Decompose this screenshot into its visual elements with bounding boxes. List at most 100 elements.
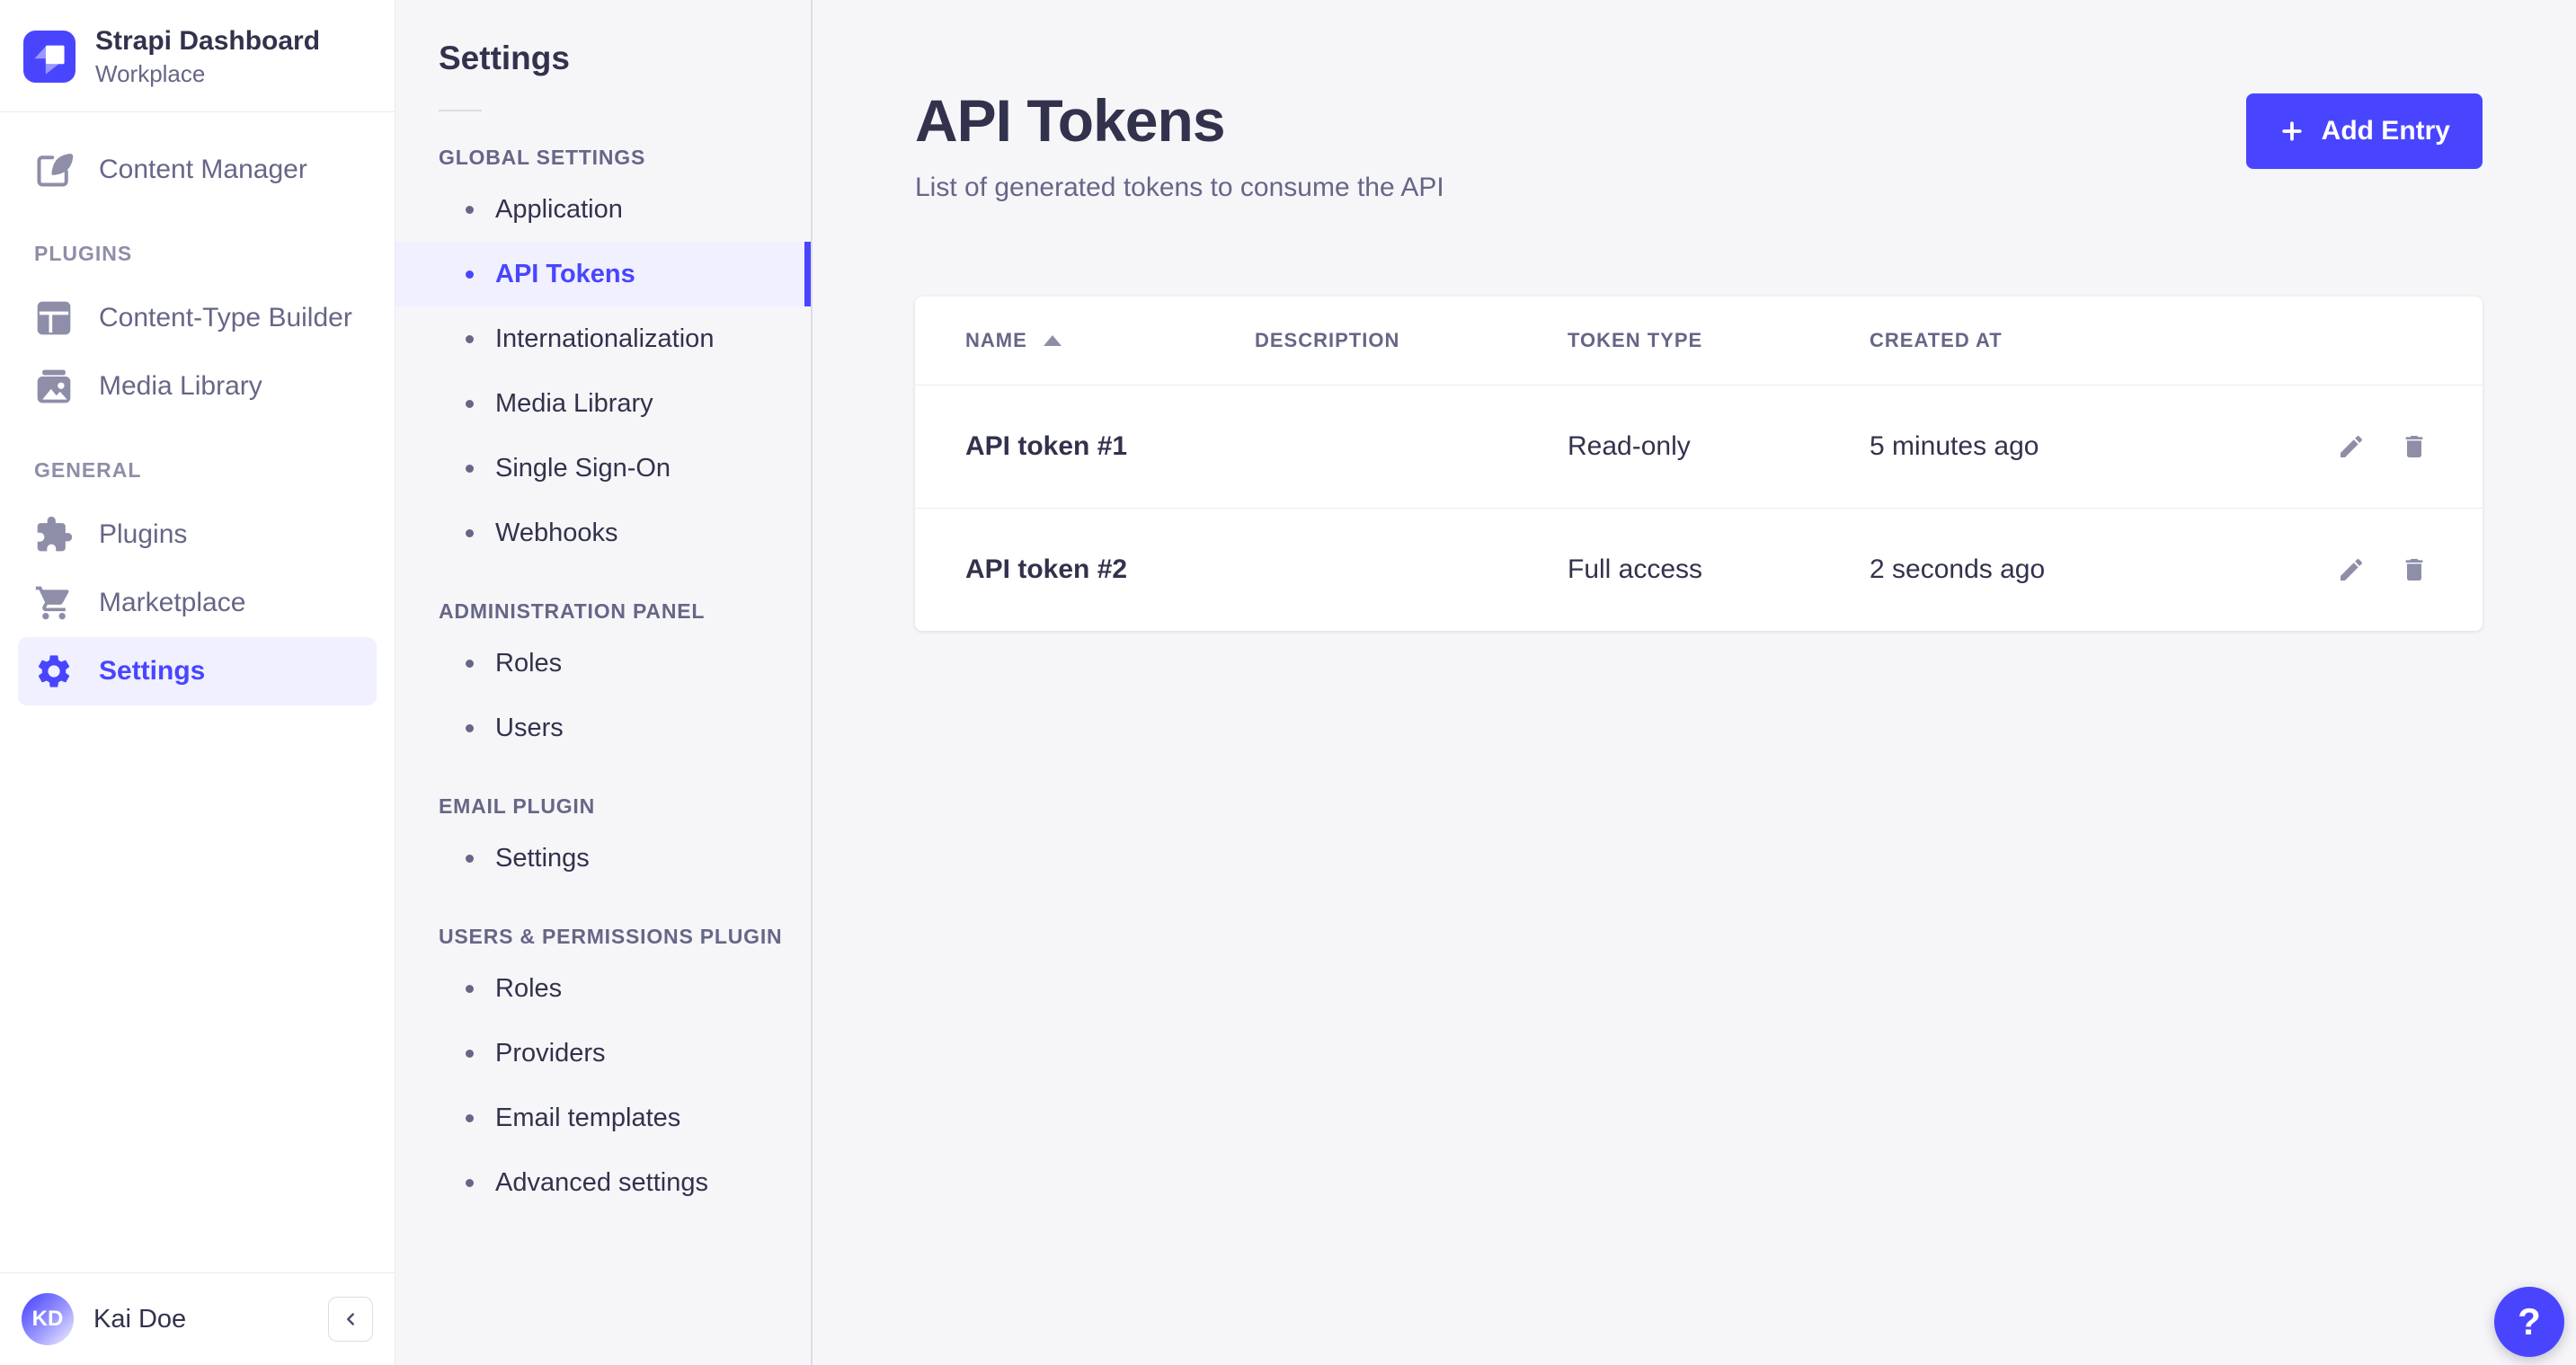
workspace-subtitle: Workplace	[95, 60, 320, 88]
help-button[interactable]: ?	[2494, 1287, 2564, 1357]
column-header-token-type: Token type	[1568, 329, 1870, 352]
subnav-item-up-roles[interactable]: Roles	[395, 956, 811, 1021]
bullet-icon	[466, 985, 474, 993]
sidebar-item-label: Content-Type Builder	[99, 303, 352, 333]
subnav-item-label: Email templates	[495, 1104, 680, 1133]
workspace-brand[interactable]: Strapi Dashboard Workplace	[0, 0, 395, 112]
delete-token-button[interactable]	[2396, 552, 2432, 588]
page-header-text: API Tokens List of generated tokens to c…	[915, 86, 1444, 203]
sidebar-item-settings[interactable]: Settings	[18, 637, 377, 705]
sidebar-item-label: Media Library	[99, 371, 262, 402]
subnav-section-users-permissions-plugin: Users & Permissions plugin Roles Provide…	[395, 925, 811, 1215]
gear-icon	[34, 651, 74, 691]
subnav-item-internationalization[interactable]: Internationalization	[395, 306, 811, 371]
nav-section-plugins: Plugins	[34, 242, 360, 266]
row-actions	[2288, 429, 2432, 465]
layout-icon	[34, 298, 74, 338]
plus-icon	[2278, 118, 2305, 145]
subnav-item-application[interactable]: Application	[395, 177, 811, 242]
page-title: API Tokens	[915, 86, 1444, 155]
chevron-left-icon	[341, 1309, 360, 1329]
token-created-at: 2 seconds ago	[1870, 554, 2288, 585]
user-avatar[interactable]: KD	[22, 1293, 74, 1345]
subnav-item-admin-roles[interactable]: Roles	[395, 631, 811, 696]
subnav-item-label: Application	[495, 195, 623, 225]
brand-text: Strapi Dashboard Workplace	[95, 25, 320, 88]
column-header-label: Name	[965, 329, 1027, 352]
row-actions	[2288, 552, 2432, 588]
bullet-icon	[466, 1114, 474, 1122]
subnav-item-label: Advanced settings	[495, 1168, 708, 1198]
api-tokens-table: Name Description Token type Created at A…	[915, 297, 2483, 631]
column-header-created-at: Created at	[1870, 329, 2288, 352]
subnav-item-email-settings[interactable]: Settings	[395, 826, 811, 891]
trash-icon	[2400, 432, 2429, 461]
subnav-item-label: Internationalization	[495, 324, 714, 354]
token-type: Full access	[1568, 554, 1870, 585]
subnav-item-label: Settings	[495, 844, 590, 873]
bullet-icon	[466, 660, 474, 668]
subnav-title: Settings	[439, 40, 811, 77]
subnav-section-label: Users & Permissions plugin	[439, 925, 811, 949]
sidebar-item-media-library[interactable]: Media Library	[18, 352, 377, 421]
image-icon	[34, 367, 74, 406]
sort-ascending-icon	[1044, 335, 1061, 346]
pencil-icon	[2337, 555, 2366, 584]
token-type: Read-only	[1568, 431, 1870, 462]
strapi-admin-app: Strapi Dashboard Workplace Content Manag…	[0, 0, 2576, 1365]
add-entry-button[interactable]: Add Entry	[2246, 93, 2483, 169]
sidebar-item-plugins[interactable]: Plugins	[18, 501, 377, 569]
bullet-icon	[466, 1179, 474, 1187]
subnav-item-api-tokens[interactable]: API Tokens	[395, 242, 811, 306]
subnav-item-up-advanced-settings[interactable]: Advanced settings	[395, 1150, 811, 1215]
table-row[interactable]: API token #2 Full access 2 seconds ago	[915, 508, 2483, 631]
bullet-icon	[466, 206, 474, 214]
nav-section-general: General	[34, 458, 360, 483]
sidebar-item-content-type-builder[interactable]: Content-Type Builder	[18, 284, 377, 352]
subnav-item-single-sign-on[interactable]: Single Sign-On	[395, 436, 811, 501]
subnav-item-admin-users[interactable]: Users	[395, 696, 811, 760]
subnav-section-administration-panel: Administration panel Roles Users	[395, 599, 811, 760]
token-name: API token #1	[965, 431, 1255, 462]
column-header-name[interactable]: Name	[965, 329, 1255, 352]
bullet-icon	[466, 855, 474, 863]
strapi-logo-icon	[23, 31, 76, 83]
column-header-label: Description	[1255, 329, 1399, 352]
settings-subnav: Settings Global Settings Application API…	[395, 0, 813, 1365]
main-sidebar: Strapi Dashboard Workplace Content Manag…	[0, 0, 395, 1365]
subnav-item-up-email-templates[interactable]: Email templates	[395, 1086, 811, 1150]
collapse-sidebar-button[interactable]	[328, 1297, 373, 1342]
page-subtitle: List of generated tokens to consume the …	[915, 173, 1444, 203]
pencil-icon	[2337, 432, 2366, 461]
subnav-item-media-library[interactable]: Media Library	[395, 371, 811, 436]
bullet-icon	[466, 724, 474, 732]
sidebar-item-content-manager[interactable]: Content Manager	[18, 136, 377, 204]
table-row[interactable]: API token #1 Read-only 5 minutes ago	[915, 385, 2483, 508]
sidebar-item-marketplace[interactable]: Marketplace	[18, 569, 377, 637]
sidebar-footer: KD Kai Doe	[0, 1272, 395, 1365]
subnav-section-email-plugin: Email Plugin Settings	[395, 794, 811, 891]
sidebar-item-label: Marketplace	[99, 588, 245, 618]
bullet-icon	[466, 400, 474, 408]
edit-token-button[interactable]	[2333, 429, 2369, 465]
subnav-item-label: Single Sign-On	[495, 454, 671, 483]
main-nav-list: Content Manager Plugins Content-Type Bui…	[0, 112, 395, 1272]
feather-edit-icon	[34, 150, 74, 190]
sidebar-item-label: Content Manager	[99, 155, 307, 185]
subnav-section-global-settings: Global Settings Application API Tokens I…	[395, 146, 811, 565]
delete-token-button[interactable]	[2396, 429, 2432, 465]
subnav-section-label: Global Settings	[439, 146, 811, 170]
subnav-divider	[439, 110, 482, 111]
subnav-item-label: Media Library	[495, 389, 653, 419]
token-created-at: 5 minutes ago	[1870, 431, 2288, 462]
page-header: API Tokens List of generated tokens to c…	[915, 86, 2483, 203]
workspace-title: Strapi Dashboard	[95, 25, 320, 58]
edit-token-button[interactable]	[2333, 552, 2369, 588]
subnav-item-label: Roles	[495, 649, 562, 678]
column-header-description: Description	[1255, 329, 1568, 352]
column-header-label: Created at	[1870, 329, 2003, 352]
subnav-item-label: Roles	[495, 974, 562, 1004]
bullet-icon	[466, 465, 474, 473]
subnav-item-webhooks[interactable]: Webhooks	[395, 501, 811, 565]
subnav-item-up-providers[interactable]: Providers	[395, 1021, 811, 1086]
